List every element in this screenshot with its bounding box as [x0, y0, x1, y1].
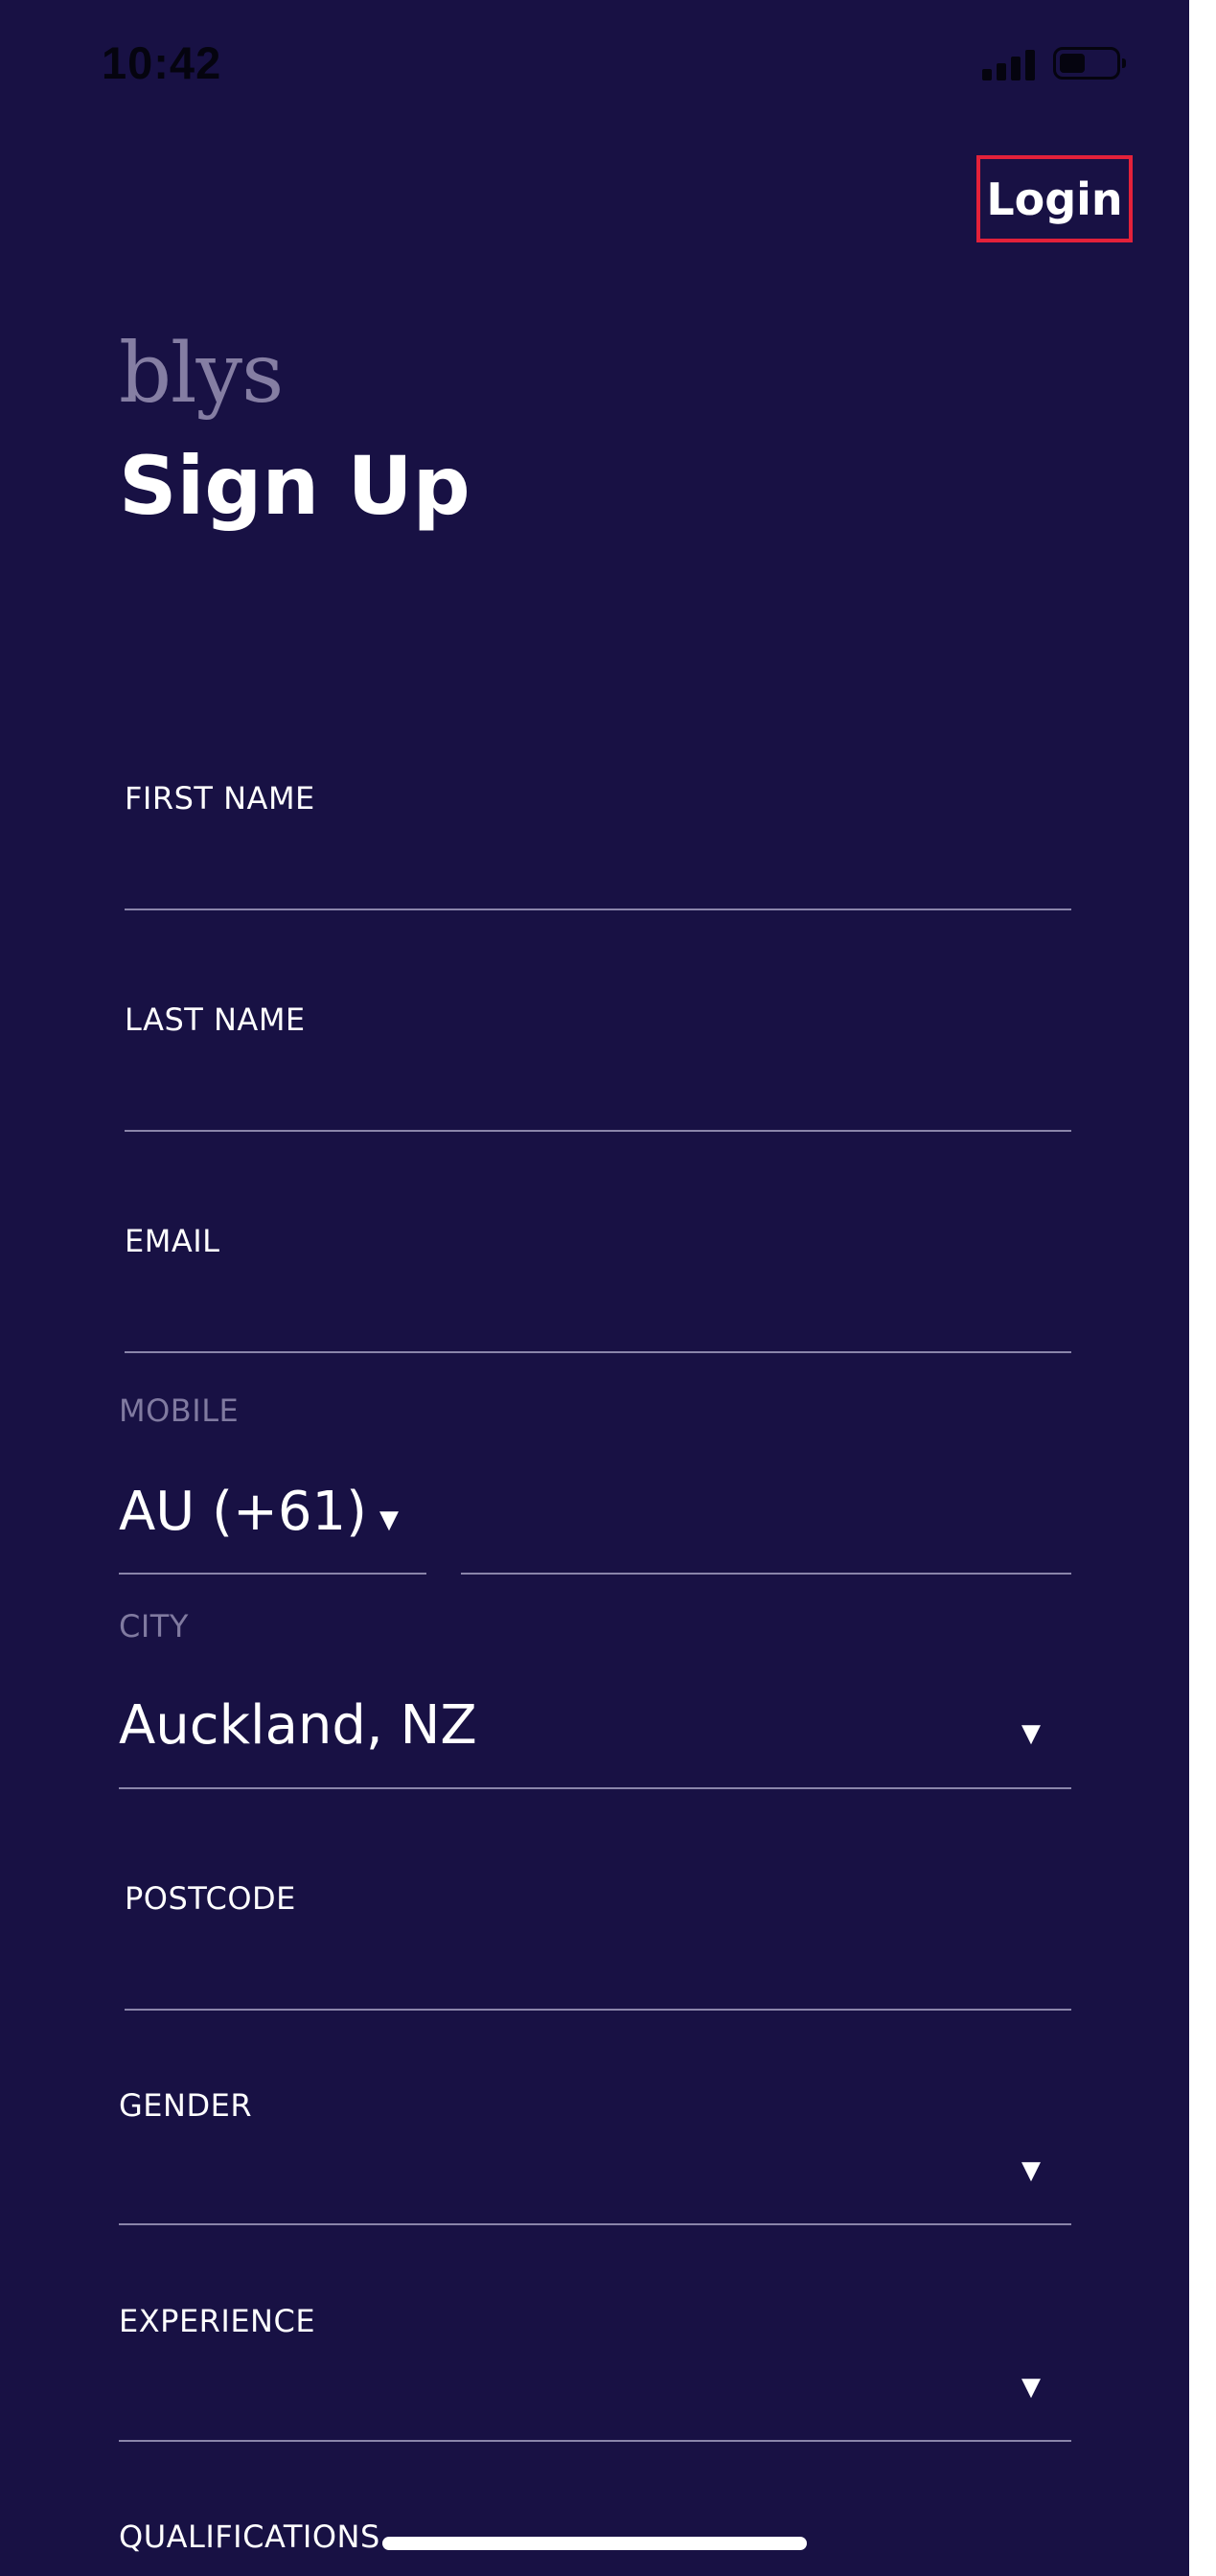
status-time: 10:42 — [102, 37, 222, 88]
first-name-underline — [125, 908, 1071, 910]
country-code-value: AU (+61) — [119, 1481, 367, 1543]
gender-select[interactable]: ▼ — [119, 2137, 1071, 2221]
country-code-underline — [119, 1573, 426, 1575]
experience-dropdown-icon: ▼ — [1021, 2373, 1041, 2402]
qualifications-label: QUALIFICATIONS — [119, 2518, 380, 2555]
last-name-field[interactable] — [125, 1065, 1068, 1122]
experience-underline — [119, 2440, 1071, 2442]
experience-label: EXPERIENCE — [119, 2303, 316, 2339]
email-field[interactable] — [125, 1286, 1068, 1344]
gender-underline — [119, 2223, 1071, 2225]
mobile-number-underline — [461, 1573, 1071, 1575]
city-dropdown-icon: ▼ — [1021, 1719, 1041, 1748]
blys-logo: blys — [119, 326, 284, 422]
login-button[interactable]: Login — [976, 155, 1133, 242]
gender-dropdown-icon: ▼ — [1021, 2156, 1041, 2185]
gender-label: GENDER — [119, 2087, 253, 2124]
email-label: EMAIL — [125, 1223, 220, 1259]
first-name-label: FIRST NAME — [125, 780, 315, 816]
country-code-dropdown-icon: ▼ — [379, 1506, 399, 1534]
postcode-field[interactable] — [125, 1944, 1068, 2001]
city-select[interactable]: Auckland, NZ ▼ — [119, 1687, 1071, 1786]
first-name-field[interactable] — [125, 843, 1068, 901]
city-label: CITY — [119, 1608, 189, 1644]
last-name-label: LAST NAME — [125, 1001, 306, 1038]
experience-select[interactable]: ▼ — [119, 2354, 1071, 2438]
signal-strength-icon — [982, 48, 1036, 80]
battery-icon — [1053, 47, 1126, 80]
signup-screen: 10:42 Login blys Sign Up FIRST NAME LAST… — [0, 0, 1189, 2576]
page-title: Sign Up — [119, 439, 470, 533]
city-value: Auckland, NZ — [119, 1694, 477, 1757]
last-name-underline — [125, 1130, 1071, 1132]
postcode-underline — [125, 2009, 1071, 2011]
home-indicator[interactable] — [382, 2537, 807, 2550]
mobile-number-field[interactable] — [461, 1503, 1069, 1564]
mobile-label: MOBILE — [119, 1392, 240, 1429]
city-underline — [119, 1787, 1071, 1789]
postcode-label: POSTCODE — [125, 1880, 296, 1917]
email-underline — [125, 1351, 1071, 1353]
country-code-select[interactable]: AU (+61) ▼ — [119, 1471, 425, 1576]
